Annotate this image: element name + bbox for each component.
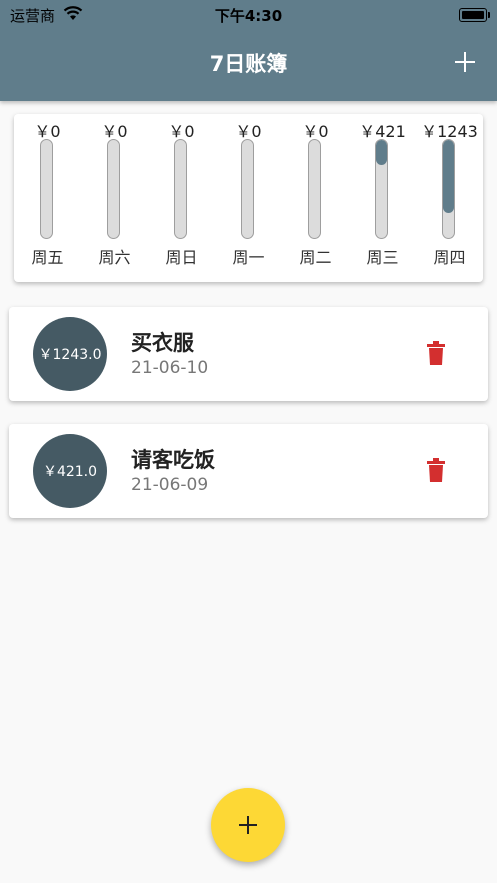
add-fab-button[interactable] bbox=[211, 788, 285, 862]
chart-bar-track bbox=[40, 139, 53, 239]
chart-bar bbox=[376, 140, 387, 165]
transaction-title: 请客吃饭 bbox=[131, 448, 215, 472]
app-bar: 运营商 下午4:30 7日账簿 bbox=[0, 0, 497, 101]
chart-day-column: ￥421 周三 bbox=[349, 114, 416, 282]
chart-bar-track bbox=[375, 139, 388, 239]
chart-bar-track bbox=[241, 139, 254, 239]
add-transaction-button[interactable] bbox=[453, 50, 477, 74]
trash-icon[interactable] bbox=[427, 458, 445, 482]
chart-bar-track bbox=[442, 139, 455, 239]
chart-day-label: 周四 bbox=[433, 248, 466, 267]
chart-bar bbox=[443, 140, 454, 214]
chart-day-column: ￥0 周一 bbox=[215, 114, 282, 282]
transaction-card: ￥1243.0 买衣服 21-06-10 bbox=[9, 307, 488, 401]
amount-avatar: ￥1243.0 bbox=[33, 317, 107, 391]
transaction-date: 21-06-10 bbox=[131, 358, 209, 378]
chart-bar-track bbox=[174, 139, 187, 239]
chart-day-label: 周日 bbox=[165, 248, 198, 267]
weekly-chart: ￥0 周五 ￥0 周六 ￥0 周日 ￥0 周一 ￥0 周二 ￥421 周三 ￥1243 周四 bbox=[14, 114, 483, 282]
chart-bar-track bbox=[107, 139, 120, 239]
status-time: 下午4:30 bbox=[214, 7, 283, 25]
chart-day-column: ￥0 周日 bbox=[148, 114, 215, 282]
battery-icon bbox=[459, 8, 490, 22]
chart-day-label: 周一 bbox=[232, 248, 265, 267]
chart-day-column: ￥0 周五 bbox=[14, 114, 81, 282]
chart-day-label: 周二 bbox=[299, 248, 332, 267]
chart-day-column: ￥0 周六 bbox=[81, 114, 148, 282]
chart-day-label: 周三 bbox=[366, 248, 399, 267]
chart-bar-track bbox=[308, 139, 321, 239]
chart-day-label: 周六 bbox=[98, 248, 131, 267]
status-bar: 运营商 下午4:30 bbox=[0, 0, 497, 28]
transaction-card: ￥421.0 请客吃饭 21-06-09 bbox=[9, 424, 488, 518]
transaction-date: 21-06-09 bbox=[131, 475, 209, 495]
trash-icon[interactable] bbox=[427, 341, 445, 365]
chart-day-column: ￥1243 周四 bbox=[416, 114, 483, 282]
amount-avatar: ￥421.0 bbox=[33, 434, 107, 508]
chart-day-label: 周五 bbox=[31, 248, 64, 267]
page-title: 7日账簿 bbox=[209, 52, 288, 76]
transaction-title: 买衣服 bbox=[131, 331, 194, 355]
chart-day-column: ￥0 周二 bbox=[282, 114, 349, 282]
